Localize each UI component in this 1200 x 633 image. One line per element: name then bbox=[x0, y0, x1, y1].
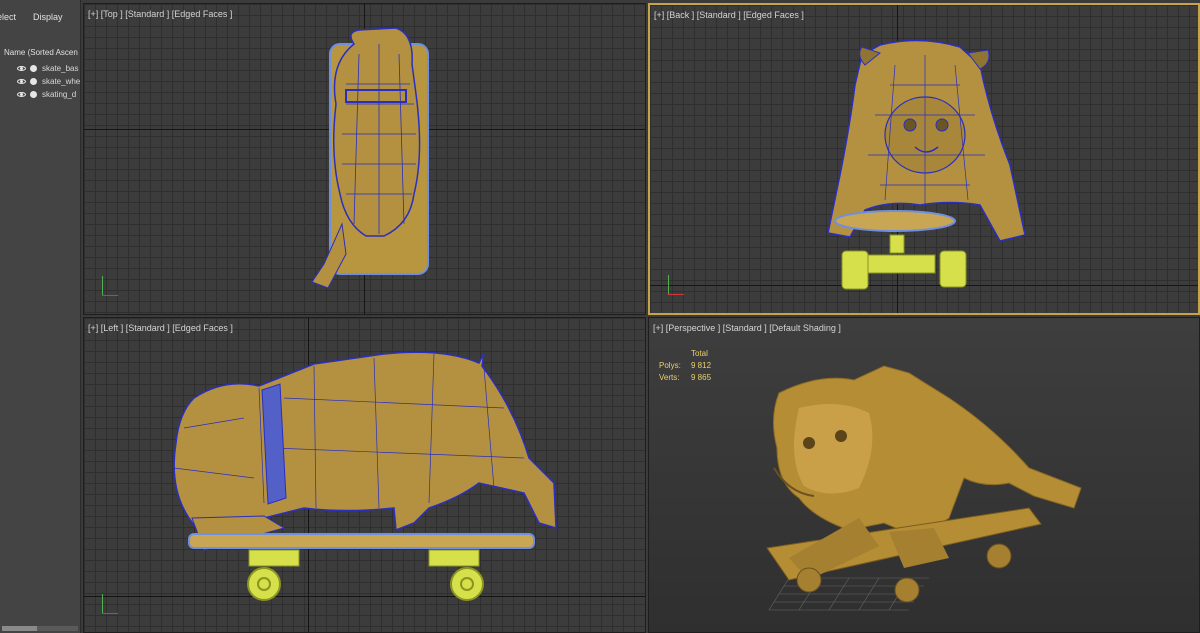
dog-model-left-view[interactable] bbox=[84, 318, 646, 633]
viewport-perspective[interactable]: [+] [Perspective ] [Standard ] [Default … bbox=[648, 317, 1200, 633]
scene-item-label: skating_d bbox=[42, 90, 77, 99]
axis-gizmo bbox=[664, 275, 688, 299]
viewport-back[interactable]: [+] [Back ] [Standard ] [Edged Faces ] bbox=[648, 3, 1200, 315]
panel-scrollbar[interactable] bbox=[2, 626, 78, 631]
panel-tabs: elect Display bbox=[0, 0, 80, 34]
dog-model-top-view[interactable] bbox=[84, 4, 646, 315]
stats-header: Total bbox=[691, 349, 708, 358]
scene-explorer-panel: elect Display Name (Sorted Ascen skate_b… bbox=[0, 0, 81, 633]
object-icon bbox=[30, 65, 37, 72]
scene-item-skate-base[interactable]: skate_bas bbox=[0, 62, 80, 75]
scene-statistics: Total Polys: 9 812 Verts: 9 865 bbox=[659, 348, 711, 384]
polys-value: 9 812 bbox=[691, 361, 712, 370]
name-column-header[interactable]: Name (Sorted Ascen bbox=[0, 46, 80, 60]
scene-item-label: skate_bas bbox=[42, 64, 79, 73]
viewport-left[interactable]: [+] [Left ] [Standard ] [Edged Faces ] bbox=[83, 317, 646, 633]
viewport-label[interactable]: [+] [Perspective ] [Standard ] [Default … bbox=[653, 323, 841, 333]
verts-label: Verts: bbox=[659, 373, 680, 382]
eye-icon[interactable] bbox=[17, 79, 26, 84]
viewport-top[interactable]: [+] [Top ] [Standard ] [Edged Faces ] bbox=[83, 3, 646, 315]
axis-gizmo bbox=[98, 594, 122, 618]
dog-model-back-view[interactable] bbox=[650, 5, 1200, 315]
axis-gizmo bbox=[98, 276, 122, 300]
dog-model-perspective-view[interactable] bbox=[649, 318, 1200, 633]
polys-label: Polys: bbox=[659, 361, 681, 370]
viewport-label[interactable]: [+] [Top ] [Standard ] [Edged Faces ] bbox=[88, 9, 232, 19]
object-icon bbox=[30, 78, 37, 85]
scene-item-skate-wheels[interactable]: skate_whe bbox=[0, 75, 81, 88]
eye-icon[interactable] bbox=[17, 66, 26, 71]
viewport-label[interactable]: [+] [Left ] [Standard ] [Edged Faces ] bbox=[88, 323, 233, 333]
verts-value: 9 865 bbox=[691, 373, 712, 382]
scene-item-skating-dog[interactable]: skating_d bbox=[0, 88, 80, 101]
tab-select[interactable]: elect bbox=[0, 12, 16, 22]
viewport-label[interactable]: [+] [Back ] [Standard ] [Edged Faces ] bbox=[654, 10, 804, 20]
object-icon bbox=[30, 91, 37, 98]
tab-display[interactable]: Display bbox=[33, 12, 63, 22]
scene-item-label: skate_whe bbox=[42, 77, 81, 86]
eye-icon[interactable] bbox=[17, 92, 26, 97]
